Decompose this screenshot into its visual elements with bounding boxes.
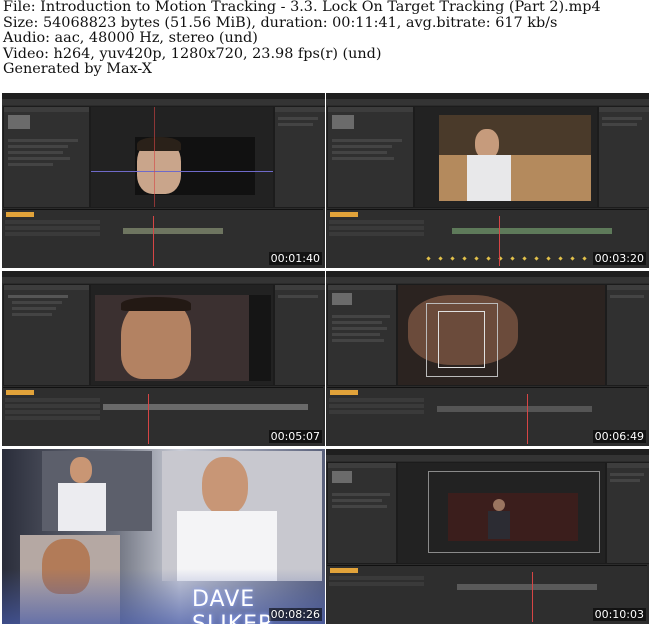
effects-panel <box>274 284 325 386</box>
effects-panel <box>606 462 649 564</box>
composition-viewer <box>397 284 606 386</box>
thumbnail-1[interactable]: 00:01:40 <box>2 93 325 268</box>
thumbnail-4[interactable]: 00:06:49 <box>326 271 649 446</box>
thumbnail-timestamp: 00:06:49 <box>592 430 646 443</box>
effects-panel <box>274 106 325 208</box>
file-info-header: File: Introduction to Motion Tracking - … <box>3 0 648 94</box>
toolbar <box>2 99 325 105</box>
file-name-line: File: Introduction to Motion Tracking - … <box>3 0 601 15</box>
effects-panel <box>606 284 649 386</box>
thumbnail-timestamp: 00:05:07 <box>268 430 322 443</box>
thumbnail-3[interactable]: 00:05:07 <box>2 271 325 446</box>
composition-viewer <box>397 462 606 564</box>
composition-viewer <box>90 284 274 386</box>
composition-viewer <box>414 106 598 208</box>
video-info-line: Video: h264, yuv420p, 1280x720, 23.98 fp… <box>3 45 382 62</box>
thumbnail-timestamp: 00:03:20 <box>592 252 646 265</box>
thumbnail-5[interactable]: DAVE SLIKER 00:08:26 <box>2 449 325 624</box>
audio-info-line: Audio: aac, 48000 Hz, stereo (und) <box>3 30 258 47</box>
thumbnail-timestamp: 00:01:40 <box>268 252 322 265</box>
file-size-line: Size: 54068823 bytes (51.56 MiB), durati… <box>3 14 558 31</box>
toolbar <box>326 99 649 105</box>
effects-panel <box>598 106 649 208</box>
project-panel <box>3 106 90 208</box>
project-panel <box>327 106 414 208</box>
thumbnail-timestamp: 00:10:03 <box>592 608 646 621</box>
toolbar <box>2 277 325 283</box>
toolbar <box>326 277 649 283</box>
composition-viewer <box>90 106 274 208</box>
toolbar <box>326 455 649 461</box>
project-panel <box>327 284 397 386</box>
thumbnail-timestamp: 00:08:26 <box>268 608 322 621</box>
generator-line: Generated by Max-X <box>3 61 153 78</box>
thumbnail-2[interactable]: 00:03:20 <box>326 93 649 268</box>
effect-controls-panel <box>3 284 90 386</box>
project-panel <box>327 462 397 564</box>
thumbnail-6[interactable]: 00:10:03 <box>326 449 649 624</box>
